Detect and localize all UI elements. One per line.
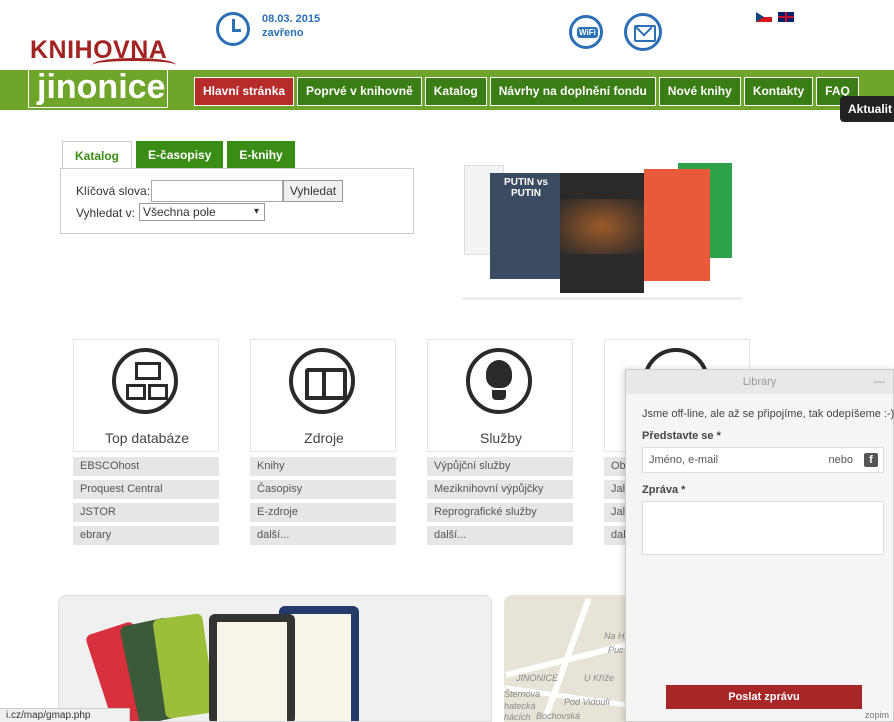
- book-cover[interactable]: [560, 173, 644, 293]
- browser-status-url: i.cz/map/gmap.php: [0, 708, 130, 722]
- keyword-label: Klíčová slova:: [76, 184, 151, 198]
- chat-name-placeholder: Jméno, e-mail: [649, 454, 719, 466]
- nav-hlavni-stranka[interactable]: Hlavní stránka: [194, 77, 295, 106]
- shelf: [462, 297, 742, 300]
- ereader-banner[interactable]: [58, 595, 492, 722]
- nav-navrhy[interactable]: Návrhy na doplnění fondu: [489, 77, 656, 106]
- main-nav: Hlavní stránka Poprvé v knihovně Katalog…: [194, 77, 859, 106]
- list-item[interactable]: Proquest Central: [73, 480, 219, 499]
- logo-text-bottom[interactable]: jinonice: [28, 70, 168, 108]
- list-sluzby: Výpůjční služby Meziknihovní výpůjčky Re…: [427, 457, 573, 549]
- list-item[interactable]: Výpůjční služby: [427, 457, 573, 476]
- list-top-databaze: EBSCOhost Proquest Central JSTOR ebrary: [73, 457, 219, 549]
- date-text: 08.03. 2015: [262, 13, 321, 25]
- tab-katalog[interactable]: Katalog: [62, 141, 133, 169]
- facebook-icon[interactable]: f: [864, 453, 878, 467]
- chat-message-textarea[interactable]: [642, 501, 884, 555]
- map-banner[interactable]: Na Hř Puc JINONICE U Kříže Šternova Boch…: [504, 595, 644, 722]
- lightbulb-icon: [466, 348, 532, 414]
- minimize-icon[interactable]: —: [874, 370, 885, 394]
- book-cover[interactable]: PUTIN vs PUTIN: [490, 173, 562, 279]
- tab-e-casopisy[interactable]: E-časopisy: [136, 141, 224, 169]
- chat-or-label: nebo: [828, 454, 853, 466]
- nav-poprve[interactable]: Poprvé v knihovně: [297, 77, 422, 106]
- sitemap-icon: [112, 348, 178, 414]
- send-message-button[interactable]: Poslat zprávu: [666, 685, 862, 709]
- tab-e-knihy[interactable]: E-knihy: [227, 141, 295, 169]
- zopim-brand-link[interactable]: zopim: [865, 710, 889, 720]
- card-top-databaze[interactable]: Top databáze: [73, 339, 219, 452]
- chat-title: Library: [742, 376, 777, 388]
- chat-name-input[interactable]: Jméno, e-mail nebo f: [642, 447, 884, 473]
- card-sluzby[interactable]: Služby: [427, 339, 573, 452]
- search-field-label: Vyhledat v:: [76, 206, 135, 220]
- uk-flag-icon[interactable]: [778, 12, 794, 22]
- search-button[interactable]: Vyhledat: [283, 180, 343, 202]
- list-item[interactable]: Časopisy: [250, 480, 396, 499]
- card-title: Služby: [479, 430, 523, 446]
- clock-icon: [216, 12, 250, 46]
- search-tabs: Katalog E-časopisy E-knihy: [62, 141, 295, 169]
- czech-flag-icon[interactable]: [756, 12, 772, 22]
- list-item[interactable]: Meziknihovní výpůjčky: [427, 480, 573, 499]
- map-label: Puc: [608, 645, 624, 655]
- list-item[interactable]: ebrary: [73, 526, 219, 545]
- list-item[interactable]: JSTOR: [73, 503, 219, 522]
- card-zdroje[interactable]: Zdroje: [250, 339, 396, 452]
- keyword-input[interactable]: [151, 180, 283, 202]
- list-item[interactable]: Knihy: [250, 457, 396, 476]
- list-zdroje: Knihy Časopisy E-zdroje další...: [250, 457, 396, 549]
- opening-info: 08.03. 2015 zavřeno: [262, 12, 320, 40]
- map-label: JINONICE: [516, 673, 559, 683]
- map-label: Pod Vidoulí: [564, 697, 610, 707]
- new-books-display[interactable]: PUTIN vs PUTIN: [462, 135, 742, 300]
- nav-kontakty[interactable]: Kontakty: [743, 77, 814, 106]
- wifi-icon[interactable]: WiFi: [569, 15, 603, 49]
- list-item[interactable]: EBSCOhost: [73, 457, 219, 476]
- mail-icon[interactable]: [624, 13, 662, 51]
- list-item[interactable]: Reprografické služby: [427, 503, 573, 522]
- chat-message-label: Zpráva *: [642, 484, 686, 496]
- map-label: Bochovská: [536, 711, 581, 721]
- book-icon: [289, 348, 355, 414]
- ereader-image: [209, 614, 295, 721]
- open-status: zavřeno: [262, 27, 304, 39]
- nav-nove-knihy[interactable]: Nové knihy: [658, 77, 741, 106]
- card-title: Top databáze: [104, 430, 190, 446]
- list-item[interactable]: další...: [427, 526, 573, 545]
- book-title: PUTIN vs PUTIN: [504, 177, 548, 199]
- book-cover[interactable]: [644, 169, 710, 281]
- chat-name-label: Představte se *: [642, 430, 721, 442]
- chat-header[interactable]: Library —: [626, 370, 893, 394]
- nav-katalog[interactable]: Katalog: [424, 77, 487, 106]
- map-label: Šternova: [504, 689, 541, 699]
- chat-widget: Library — Jsme off-line, ale až se připo…: [625, 369, 894, 722]
- map-label: Na Hř: [604, 631, 628, 641]
- list-item[interactable]: další...: [250, 526, 396, 545]
- chat-offline-message: Jsme off-line, ale až se připojíme, tak …: [642, 408, 894, 420]
- map-label: hatecká: [504, 701, 536, 711]
- list-item[interactable]: E-zdroje: [250, 503, 396, 522]
- aktuality-tab[interactable]: Aktualit: [840, 96, 894, 122]
- card-title: Zdroje: [304, 430, 344, 446]
- search-field-select[interactable]: Všechna pole: [139, 203, 265, 221]
- map-label: hácích: [504, 712, 531, 722]
- map-label: U Kříže: [584, 673, 615, 683]
